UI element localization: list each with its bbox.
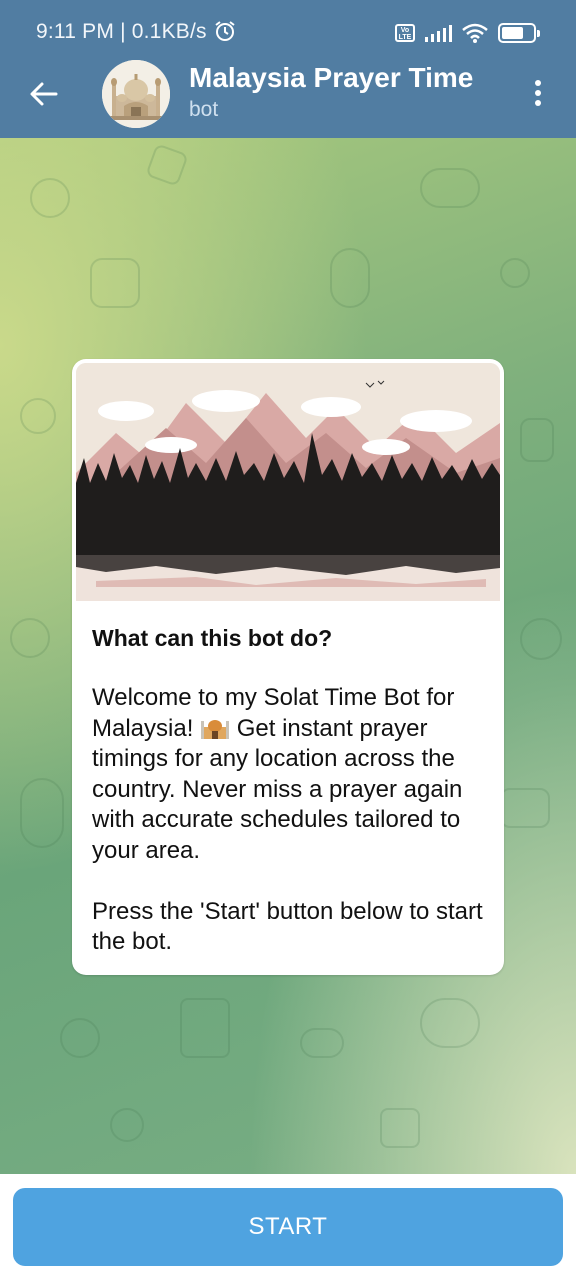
card-description: Welcome to my Solat Time Bot for Malaysi…: [92, 683, 492, 958]
status-icons: Vo LTE: [395, 22, 540, 44]
chat-title: Malaysia Prayer Time: [189, 62, 474, 93]
alarm-icon: [215, 21, 235, 41]
battery-level: [502, 27, 523, 39]
bot-info-card: What can this bot do? Welcome to my Sola…: [72, 359, 504, 975]
status-time: 9:11 PM | 0.1KB/s: [36, 20, 207, 43]
status-bar: 9:11 PM | 0.1KB/s Vo LTE: [0, 0, 576, 64]
mosque-avatar-image: [102, 60, 170, 128]
mountain-forest-illustration: [76, 363, 500, 601]
volte-icon: Vo LTE: [395, 24, 415, 42]
start-button[interactable]: START: [13, 1188, 563, 1266]
more-options-icon[interactable]: [526, 78, 550, 108]
signal-icon: [425, 24, 452, 42]
card-banner-image: [76, 363, 500, 601]
app-header: 9:11 PM | 0.1KB/s Vo LTE Malaysia Prayer…: [0, 0, 576, 138]
battery-icon: [498, 23, 540, 43]
bottom-bar: START: [0, 1174, 576, 1280]
wifi-icon: [462, 23, 488, 43]
chat-subtitle: bot: [189, 98, 219, 121]
card-heading: What can this bot do?: [92, 625, 333, 651]
back-arrow-icon[interactable]: [26, 76, 62, 112]
mosque-icon: [201, 719, 230, 739]
bot-avatar[interactable]: [102, 60, 170, 128]
card-body-part2: Get instant prayer timings for any locat…: [92, 714, 483, 956]
